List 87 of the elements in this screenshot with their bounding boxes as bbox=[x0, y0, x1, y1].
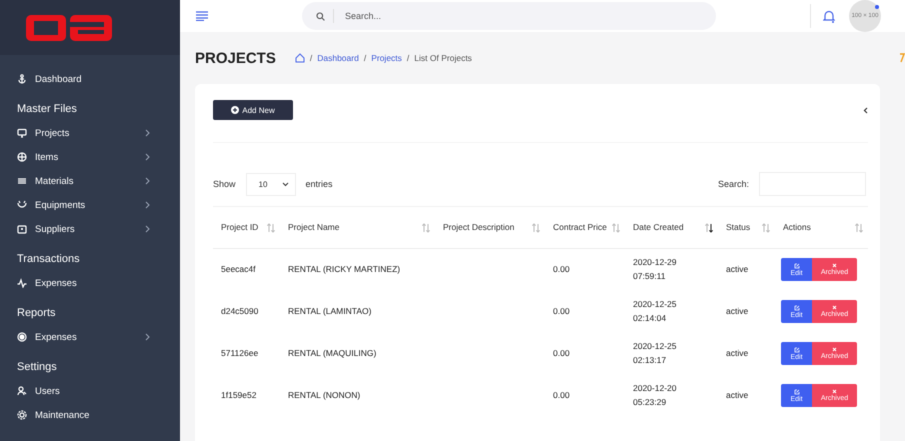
column-header[interactable]: Status bbox=[726, 221, 750, 234]
menu-icon[interactable] bbox=[196, 11, 208, 21]
table-cell: active bbox=[718, 248, 775, 290]
edit-icon bbox=[794, 262, 800, 269]
entries-label: entries bbox=[306, 179, 333, 189]
search-field[interactable]: Search... bbox=[302, 2, 716, 30]
sidebar-heading: Master Files bbox=[16, 102, 78, 117]
sidebar-item[interactable]: Maintenance bbox=[0, 403, 180, 427]
anchor-icon bbox=[17, 74, 27, 84]
breadcrumb-item[interactable]: Projects bbox=[371, 53, 402, 63]
breadcrumb-item: List Of Projects bbox=[414, 53, 472, 63]
sidebar-label: Maintenance bbox=[35, 410, 90, 420]
sidebar-heading: Reports bbox=[16, 306, 57, 321]
edit-icon bbox=[794, 346, 800, 352]
close-icon bbox=[832, 389, 837, 394]
table-cell-text: active bbox=[725, 304, 750, 318]
close-icon bbox=[832, 305, 837, 310]
close-icon bbox=[832, 347, 837, 352]
sidebar-label: Materials bbox=[35, 176, 75, 186]
table-cell-text: RENTAL (NONON) bbox=[287, 388, 362, 402]
breadcrumb-separator: / bbox=[364, 53, 366, 63]
breadcrumb-separator: / bbox=[406, 53, 410, 63]
sidebar-item[interactable]: Projects bbox=[0, 121, 180, 145]
sidebar-item[interactable]: Dashboard bbox=[0, 67, 180, 91]
table-cell-text: 0.00 bbox=[552, 346, 571, 360]
disc-icon bbox=[17, 332, 27, 342]
sidebar-item[interactable]: Items bbox=[0, 145, 180, 169]
sidebar-item[interactable]: Expenses bbox=[0, 325, 180, 349]
page-title: PROJECTS bbox=[195, 50, 276, 66]
search-label: Search: bbox=[718, 179, 749, 189]
sidebar-label: Suppliers bbox=[35, 224, 76, 234]
column-header[interactable]: Project ID bbox=[221, 221, 258, 234]
sidebar-item[interactable]: Expenses bbox=[0, 271, 180, 295]
sidebar-heading: Settings bbox=[16, 360, 58, 375]
table-cell-text: 0.00 bbox=[552, 388, 571, 402]
table-cell: RENTAL (RICKY MARTINEZ) bbox=[280, 248, 435, 290]
collapse-icon[interactable] bbox=[863, 106, 868, 114]
sidebar-label: Dashboard bbox=[35, 74, 82, 84]
table-cell: 2020-12-29 07:59:11 bbox=[625, 248, 718, 290]
sidebar-item[interactable]: Equipments bbox=[0, 193, 180, 217]
bell-icon[interactable] bbox=[823, 10, 835, 22]
sidebar-label: Users bbox=[35, 386, 61, 396]
home-icon[interactable] bbox=[294, 53, 305, 63]
table-cell-text: d24c5090 bbox=[220, 304, 260, 318]
show-label: Show bbox=[213, 179, 236, 189]
column-header[interactable]: Contract Price bbox=[553, 221, 607, 234]
edit-icon bbox=[794, 388, 800, 394]
table-cell-text: 2020-12-20 05:23:29 bbox=[632, 382, 678, 408]
sidebar-item[interactable]: Suppliers bbox=[0, 217, 180, 241]
plus-circle-icon bbox=[231, 106, 240, 114]
table-cell-text: 0.00 bbox=[552, 304, 571, 318]
sidebar-label: Items bbox=[35, 152, 60, 162]
column-header[interactable]: Project Description bbox=[443, 221, 514, 234]
caret-icon bbox=[282, 182, 289, 186]
sidebar-label: Equipments bbox=[35, 200, 86, 210]
table-cell-text: 571126ee bbox=[220, 346, 260, 360]
sidebar-label: Expenses bbox=[35, 278, 78, 288]
entries-select[interactable]: 10 bbox=[246, 172, 296, 196]
close-icon bbox=[832, 263, 837, 268]
table-cell: 0.00 bbox=[545, 248, 625, 290]
gear-icon bbox=[17, 410, 27, 420]
sidebar-item[interactable]: Users bbox=[0, 379, 180, 403]
column-header[interactable]: Actions bbox=[783, 221, 811, 234]
search-icon bbox=[316, 12, 325, 21]
column-header[interactable]: Date Created bbox=[633, 221, 684, 234]
table-cell-text: RENTAL (MAQUILING) bbox=[287, 346, 378, 360]
breadcrumb-separator: / bbox=[310, 53, 312, 63]
sidebar-heading: Transactions bbox=[16, 252, 81, 267]
bars-icon bbox=[17, 176, 27, 186]
column-header[interactable]: Project Name bbox=[288, 221, 340, 234]
breadcrumb-item[interactable]: Dashboard bbox=[317, 53, 359, 63]
person-icon bbox=[17, 386, 27, 396]
pulse-icon bbox=[17, 278, 27, 288]
table-cell: 5eecac4f bbox=[213, 248, 280, 290]
table-cell-text: active bbox=[725, 346, 750, 360]
table-cell-text: RENTAL (LAMINTAO) bbox=[287, 304, 372, 318]
table-cell-text: 2020-12-25 02:14:04 bbox=[632, 298, 678, 324]
table-cell-text: active bbox=[725, 388, 750, 402]
edit-icon bbox=[794, 304, 800, 310]
sort-icon[interactable] bbox=[704, 222, 714, 232]
table-cell-text: 2020-12-25 02:13:17 bbox=[632, 340, 678, 366]
sidebar-label: Projects bbox=[35, 128, 70, 138]
sidebar-label: Expenses bbox=[35, 332, 78, 342]
sidebar-item[interactable]: Materials bbox=[0, 169, 180, 193]
add-new-button[interactable]: Add New bbox=[213, 100, 293, 120]
table-cell-text: 1f159e52 bbox=[220, 388, 258, 402]
monitor-icon bbox=[17, 128, 27, 138]
